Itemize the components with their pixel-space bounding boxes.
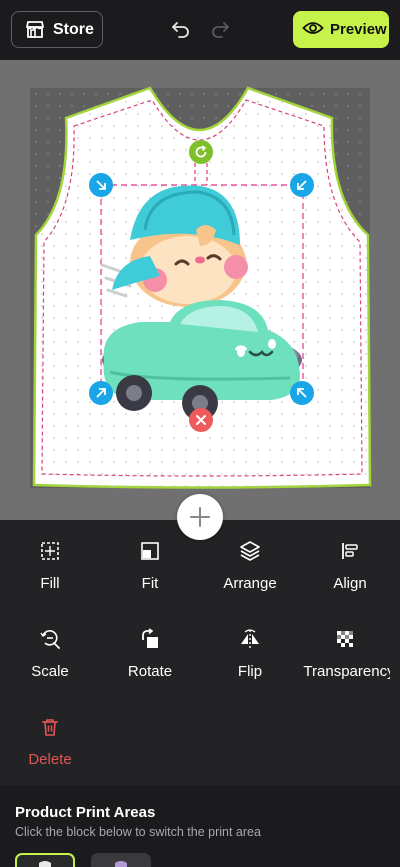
store-icon [25,20,45,39]
remove-handle[interactable] [189,408,213,432]
print-areas-subtitle: Click the block below to switch the prin… [15,825,261,839]
tank-top-mockup [32,86,372,489]
rotate-tool[interactable]: Rotate [100,628,200,680]
fit-icon [139,540,161,562]
transparency-label: Transparency [303,663,390,680]
redo-button[interactable] [209,18,231,40]
rotate-handle[interactable] [189,140,213,164]
delete-label: Delete [28,751,72,768]
scale-tool[interactable]: Scale [0,628,100,680]
preview-button[interactable]: Preview [293,11,389,48]
rotate-label: Rotate [127,663,173,680]
resize-handle-top-left[interactable] [89,173,113,197]
undo-button[interactable] [170,18,192,40]
scale-label: Scale [31,663,69,680]
trash-icon [39,716,61,738]
rotate-icon [195,145,207,158]
rotate-square-icon [139,628,161,650]
print-areas-title: Product Print Areas [15,804,156,821]
print-area-front[interactable] [15,853,75,867]
product-print-areas: Product Print Areas Click the block belo… [0,785,400,867]
eye-icon [302,20,324,40]
redo-icon [212,22,229,38]
delete-tool[interactable]: Delete [0,716,100,768]
resize-handle-bottom-right[interactable] [290,381,314,405]
shirt-front-thumbnail-icon [39,861,51,867]
design-canvas[interactable] [0,60,400,520]
store-label: Store [53,20,94,38]
flip-tool[interactable]: Flip [200,628,300,680]
align-tool[interactable]: Align [300,540,400,592]
plus-icon [190,507,210,527]
align-left-icon [339,540,361,562]
resize-handle-bottom-left[interactable] [89,381,113,405]
flip-horizontal-icon [239,628,261,650]
fit-label: Fit [141,575,159,592]
fill-icon [39,540,61,562]
transparency-tool[interactable]: Transparency [300,628,390,680]
arrow-diagonal-icon [96,388,106,398]
fit-tool[interactable]: Fit [100,540,200,592]
zoom-out-icon [39,628,61,650]
fill-tool[interactable]: Fill [0,540,100,592]
undo-icon [172,22,189,38]
add-element-button[interactable] [177,494,223,540]
resize-handle-top-right[interactable] [290,173,314,197]
store-button[interactable]: Store [11,11,103,48]
arrow-diagonal-icon [297,180,307,190]
fill-label: Fill [40,575,60,592]
close-icon [196,415,206,425]
align-label: Align [333,575,367,592]
shirt-back-thumbnail-icon [115,861,127,867]
flip-label: Flip [237,663,263,680]
layers-icon [239,540,261,562]
arrow-diagonal-icon [297,388,307,398]
preview-label: Preview [330,21,387,38]
arrow-diagonal-icon [96,180,106,190]
edit-tools-panel: Fill Fit Arrange Align Scale Rotate Flip… [0,520,400,785]
arrange-tool[interactable]: Arrange [200,540,300,592]
checkerboard-icon [334,628,356,650]
print-area-back[interactable] [91,853,151,867]
top-bar: Store Preview [0,0,400,60]
arrange-label: Arrange [223,575,277,592]
